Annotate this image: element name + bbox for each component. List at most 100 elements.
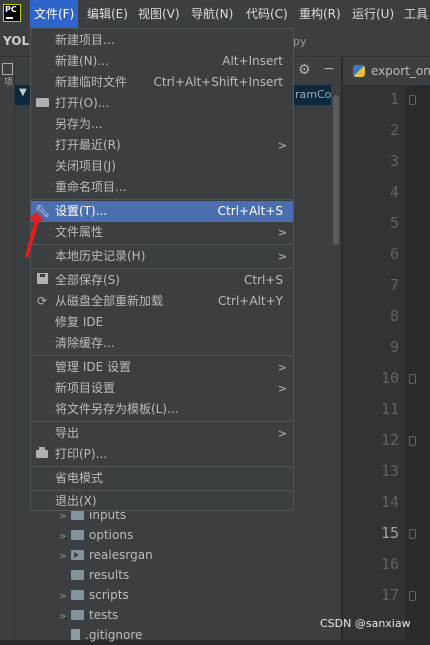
current-line-number: 15 [380,524,399,542]
menu-separator [32,421,292,422]
folder-icon [71,590,84,600]
menu-item-new-project[interactable]: 新建项目... [31,30,293,51]
package-icon [71,550,84,560]
submenu-arrow-icon: > [277,139,287,152]
scrollbar-thumb[interactable] [333,95,339,245]
hide-icon[interactable]: − [323,61,335,77]
chevron-down-icon[interactable]: ▼ [19,87,27,98]
folder-icon [71,610,84,620]
menu-item-export[interactable]: 导出 > [31,423,293,444]
menu-tools[interactable]: 工具 [404,0,428,28]
menu-separator [32,466,292,467]
submenu-arrow-icon: > [277,226,287,239]
line-number: 11 [380,400,399,418]
menu-item-exit[interactable]: 退出(X) [31,491,293,512]
fold-marker-icon[interactable] [409,95,416,105]
menu-item-reload-all[interactable]: ⟳ 从磁盘全部重新加载 Ctrl+Alt+Y [31,291,293,312]
menu-separator [32,244,292,245]
line-number: 16 [380,555,399,573]
menu-separator [32,268,292,269]
menu-item-settings[interactable]: 🔧︎ 设置(T)... Ctrl+Alt+S [31,201,293,222]
menu-item-manage-ide-settings[interactable]: 管理 IDE 设置 > [31,357,293,378]
annotation-arrow-icon [25,212,44,258]
tree-item-scripts[interactable]: > scripts [59,585,129,605]
file-menu-dropdown: 新建项目... 新建(N)... Alt+Insert 新建临时文件 Ctrl+… [30,28,294,511]
menu-bar: PC 文件(F) 编辑(E) 视图(V) 导航(N) 代码(C) 重构(R) 运… [0,0,430,29]
project-tool-icon[interactable] [2,63,13,75]
menu-item-local-history[interactable]: 本地历史记录(H) > [31,246,293,267]
left-tool-strip: 项 [0,57,15,640]
menu-item-invalidate-caches[interactable]: 清除缓存... [31,333,293,354]
menu-item-new-scratch[interactable]: 新建临时文件 Ctrl+Alt+Shift+Insert [31,72,293,93]
line-number: 4 [389,183,399,201]
menu-item-file-properties[interactable]: 文件属性 > [31,222,293,243]
submenu-arrow-icon: > [277,427,287,440]
menu-view[interactable]: 视图(V) [138,0,180,28]
line-number: 6 [389,245,399,263]
menu-item-close-project[interactable]: 关闭项目(J) [31,156,293,177]
line-number: 14 [380,493,399,511]
line-number: 13 [380,462,399,480]
fold-marker-icon[interactable] [409,591,416,601]
tree-item-options[interactable]: > options [59,525,133,545]
file-icon [71,629,80,640]
line-number: 10 [380,369,399,387]
line-number: 2 [389,121,399,139]
breadcrumb-file[interactable]: py [293,35,307,48]
menu-edit[interactable]: 编辑(E) [87,0,128,28]
logo-text: PC [5,5,17,14]
tree-item-gitignore[interactable]: .gitignore [59,625,142,645]
line-number: 5 [389,214,399,232]
menu-item-power-save[interactable]: 省电模式 [31,468,293,489]
fold-marker-icon[interactable] [409,436,416,446]
line-number: 7 [389,276,399,294]
menu-separator [32,199,292,200]
watermark: CSDN @sanxiaw [320,617,411,630]
menu-separator [32,355,292,356]
line-number: 12 [380,431,399,449]
menu-run[interactable]: 运行(U) [352,0,394,28]
expand-arrow-icon[interactable]: > [59,547,71,567]
expand-arrow-icon[interactable]: > [59,607,71,627]
folder-open-icon [35,96,49,110]
python-file-icon [353,65,365,77]
menu-item-new-project-settings[interactable]: 新项目设置 > [31,378,293,399]
menu-navigate[interactable]: 导航(N) [191,0,233,28]
project-tool-label[interactable]: 项 [1,77,14,86]
line-number: 8 [389,307,399,325]
editor-tab[interactable]: export_on [343,57,430,86]
fold-marker-icon[interactable] [409,374,416,384]
menu-item-open-recent[interactable]: 打开最近(R) > [31,135,293,156]
line-number: 1 [389,90,399,108]
folder-icon [71,530,84,540]
fold-marker-icon[interactable] [409,529,416,539]
menu-item-save-as[interactable]: 另存为... [31,114,293,135]
menu-item-save-all[interactable]: 全部保存(S) Ctrl+S [31,270,293,291]
menu-item-print[interactable]: 打印(P)... [31,444,293,465]
save-icon [35,273,49,287]
submenu-arrow-icon: > [277,361,287,374]
menu-item-repair-ide[interactable]: 修复 IDE [31,312,293,333]
printer-icon [35,447,49,461]
submenu-arrow-icon: > [277,382,287,395]
project-scrollbar[interactable] [331,85,341,620]
editor: export_on 1 2 3 4 5 6 7 8 9 10 11 12 13 … [343,57,430,640]
menu-item-save-as-template[interactable]: 将文件另存为模板(L)... [31,399,293,420]
pycharm-logo-icon: PC [3,4,21,22]
tree-item-results[interactable]: results [59,565,129,585]
tree-item-realesrgan[interactable]: > realesrgan [59,545,153,565]
editor-tab-label: export_on [371,64,430,78]
expand-arrow-icon[interactable]: > [59,527,71,547]
menu-item-open[interactable]: 打开(O)... [31,93,293,114]
submenu-arrow-icon: > [277,250,287,263]
expand-arrow-icon[interactable]: > [59,587,71,607]
menu-code[interactable]: 代码(C) [246,0,288,28]
tree-item-tests[interactable]: > tests [59,605,118,625]
line-number: 9 [389,338,399,356]
menu-item-rename-project[interactable]: 重命名项目... [31,177,293,198]
gear-icon[interactable]: ⚙ [298,62,311,78]
menu-file[interactable]: 文件(F) [30,0,79,28]
menu-item-new[interactable]: 新建(N)... Alt+Insert [31,51,293,72]
code-area[interactable] [416,85,430,640]
menu-refactor[interactable]: 重构(R) [299,0,341,28]
